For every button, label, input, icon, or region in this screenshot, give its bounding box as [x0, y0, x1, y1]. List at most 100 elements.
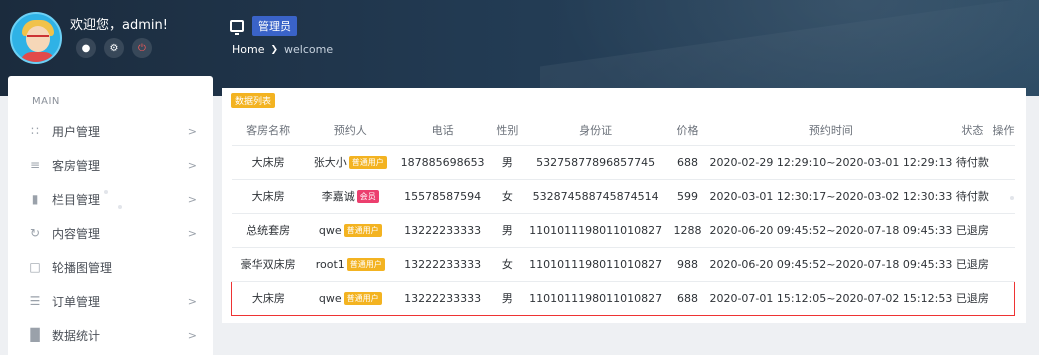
cell-room: 总统套房 [231, 213, 305, 248]
chevron-right-icon: > [187, 158, 197, 172]
cell-action [992, 145, 1015, 180]
cell-time: 2020-06-20 09:45:52~2020-07-18 09:45:33 [709, 213, 953, 248]
main-content: 数据列表 客房名称 预约人 电话 性别 身份证 价格 预约时间 状态 操作 大床… [222, 88, 1026, 323]
cell-price: 599 [665, 179, 710, 214]
col-header: 状态 [952, 115, 993, 146]
decorative-dot [104, 190, 108, 194]
col-header: 电话 [395, 115, 490, 146]
avatar[interactable] [10, 12, 62, 64]
sidebar: MAIN ∷ 用户管理 > ≡ 客房管理 > ▮ 栏目管理 > ↻ 内容管理 >… [8, 76, 213, 355]
sidebar-item-order-management[interactable]: ☰ 订单管理 > [8, 284, 213, 318]
cell-price: 688 [665, 145, 710, 180]
sidebar-item-content-management[interactable]: ↻ 内容管理 > [8, 216, 213, 250]
chevron-right-icon: > [187, 294, 197, 308]
breadcrumb-current: welcome [284, 43, 334, 56]
sidebar-menu: ∷ 用户管理 > ≡ 客房管理 > ▮ 栏目管理 > ↻ 内容管理 > □ 轮播… [8, 114, 213, 352]
breadcrumb: Home ❯ welcome [232, 43, 333, 56]
cell-price: 688 [665, 280, 710, 316]
welcome-text: 欢迎您，admin! [70, 18, 168, 33]
monitor-icon[interactable] [230, 20, 244, 35]
cell-status: 待付款 [952, 179, 993, 214]
cell-gender: 女 [489, 247, 526, 282]
sidebar-item-carousel-management[interactable]: □ 轮播图管理 [8, 250, 213, 284]
user-actions: ● ⚙ ⏻ [76, 38, 152, 58]
cell-phone: 13222233333 [395, 247, 490, 282]
guest-name: qwe [318, 223, 342, 237]
cell-gender: 男 [489, 280, 526, 316]
cell-time: 2020-06-20 09:45:52~2020-07-18 09:45:33 [709, 247, 953, 282]
sidebar-item-label: 内容管理 [52, 226, 101, 241]
chevron-right-icon: > [187, 328, 197, 342]
role-badge: 管理员 [252, 16, 297, 36]
cell-status: 已退房 [952, 247, 993, 282]
sidebar-item-column-management[interactable]: ▮ 栏目管理 > [8, 182, 213, 216]
table-row: 大床房 张大小 普通用户 187885698653 男 53275877896857745… [231, 145, 1015, 180]
cell-action [992, 280, 1016, 316]
cell-phone: 15578587594 [395, 179, 490, 214]
layers-icon: ≡ [29, 158, 41, 172]
cell-gender: 女 [489, 179, 526, 214]
user-type-badge: 会员 [356, 190, 379, 203]
col-header: 客房名称 [231, 115, 305, 146]
bar-chart-icon: █ [30, 328, 40, 342]
cell-phone: 13222233333 [395, 280, 490, 316]
table-row: 豪华双床房 root1 普通用户 13222233333 女 11010111980110… [231, 247, 1015, 282]
data-list-tag: 数据列表 [231, 93, 276, 108]
col-header: 预约人 [304, 115, 396, 146]
power-icon[interactable]: ⏻ [132, 38, 152, 58]
header-role-area: 管理员 [230, 16, 297, 36]
breadcrumb-home[interactable]: Home [232, 43, 264, 56]
col-header: 操作 [992, 115, 1015, 146]
user-type-badge: 普通用户 [343, 223, 382, 237]
user-type-badge: 普通用户 [348, 156, 387, 169]
cell-gender: 男 [489, 213, 526, 248]
grid-icon: ∷ [31, 124, 39, 138]
cell-guest: qwe 普通用户 [304, 280, 396, 316]
cell-price: 1288 [665, 213, 710, 248]
table-header-row: 客房名称 预约人 电话 性别 身份证 价格 预约时间 状态 操作 [231, 115, 1015, 146]
table-row: 大床房 李嘉诚 会员 15578587594 女 532874588745874514 59… [231, 179, 1015, 214]
guest-name: root1 [315, 257, 345, 271]
sidebar-item-label: 轮播图管理 [52, 260, 113, 275]
col-header: 身份证 [525, 115, 666, 146]
cell-gender: 男 [489, 145, 526, 180]
clipboard-icon: □ [29, 260, 41, 274]
user-icon[interactable]: ● [76, 38, 96, 58]
col-header: 预约时间 [709, 115, 953, 146]
cell-room: 大床房 [231, 145, 305, 180]
cell-action [992, 247, 1015, 282]
cell-room: 大床房 [230, 280, 305, 316]
col-header: 价格 [665, 115, 710, 146]
guest-name: qwe [318, 291, 342, 305]
sidebar-item-statistics[interactable]: █ 数据统计 > [8, 318, 213, 352]
decorative-dot [118, 205, 122, 209]
sidebar-item-label: 栏目管理 [52, 192, 101, 207]
cell-room: 大床房 [231, 179, 305, 214]
cell-id-card: 1101011198011010827 [525, 280, 666, 316]
cell-status: 已退房 [952, 213, 993, 248]
sidebar-item-user-management[interactable]: ∷ 用户管理 > [8, 114, 213, 148]
cell-id-card: 532874588745874514 [525, 179, 666, 214]
cell-time: 2020-07-01 15:12:05~2020-07-02 15:12:53 [709, 280, 953, 316]
sidebar-item-room-management[interactable]: ≡ 客房管理 > [8, 148, 213, 182]
cell-status: 待付款 [952, 145, 993, 180]
cell-guest: qwe 普通用户 [304, 213, 396, 248]
sidebar-item-label: 订单管理 [52, 294, 101, 309]
refresh-icon: ↻ [29, 226, 41, 240]
gear-icon[interactable]: ⚙ [104, 38, 124, 58]
cell-guest: root1 普通用户 [304, 247, 396, 282]
list-icon: ☰ [29, 294, 41, 308]
chevron-right-icon: ❯ [270, 44, 279, 55]
cell-price: 988 [665, 247, 710, 282]
col-header: 性别 [489, 115, 526, 146]
table-row: 总统套房 qwe 普通用户 13222233333 男 11010111980110108… [231, 213, 1015, 248]
file-icon: ▮ [31, 192, 39, 206]
orders-table: 客房名称 预约人 电话 性别 身份证 价格 预约时间 状态 操作 大床房 张大小普… [230, 115, 1016, 316]
sidebar-item-label: 用户管理 [52, 124, 101, 139]
sidebar-item-label: 数据统计 [52, 328, 101, 343]
cell-room: 豪华双床房 [231, 247, 305, 282]
guest-name: 李嘉诚 [321, 190, 355, 203]
cell-time: 2020-03-01 12:30:17~2020-03-02 12:30:33 [709, 179, 953, 214]
cell-guest: 李嘉诚 会员 [304, 179, 396, 214]
guest-name: 张大小 [313, 156, 347, 169]
